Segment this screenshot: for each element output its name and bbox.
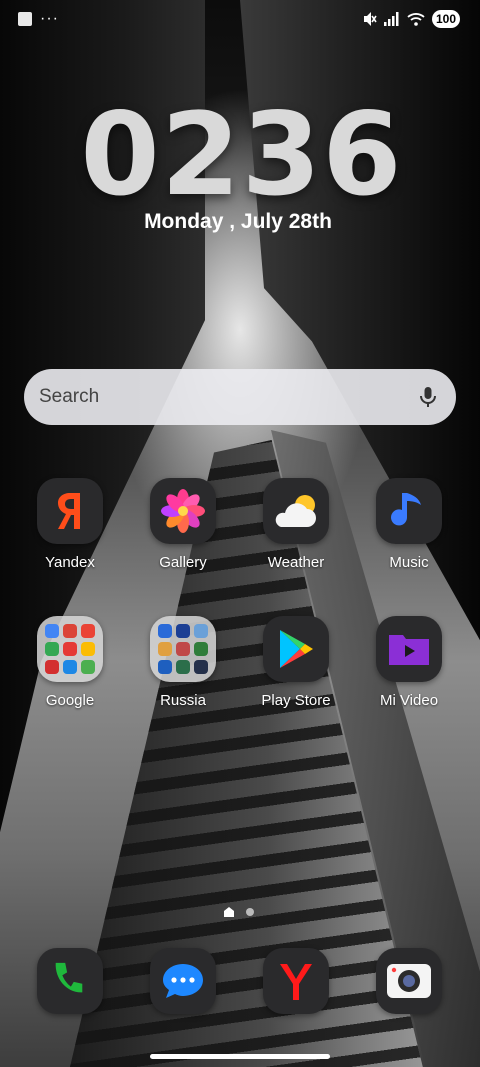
youtube-music-icon xyxy=(45,660,59,674)
battery-icon: 100 xyxy=(431,10,460,28)
app-yandex[interactable]: Yandex xyxy=(15,478,125,571)
gmail-icon xyxy=(81,624,95,638)
app-label: Gallery xyxy=(159,554,207,571)
app-mini-icon xyxy=(158,660,172,674)
camera-icon xyxy=(376,948,442,1014)
drive-icon xyxy=(81,642,95,656)
app-gallery[interactable]: Gallery xyxy=(128,478,238,571)
clock-minute-ones: 6 xyxy=(322,88,402,221)
music-note-icon xyxy=(376,478,442,544)
duo-icon xyxy=(63,660,77,674)
phone-icon xyxy=(37,948,103,1014)
clock-hour-ones: 2 xyxy=(160,88,241,221)
home-page-icon xyxy=(224,907,234,917)
app-label: Weather xyxy=(267,554,325,571)
search-bar[interactable]: Search xyxy=(24,369,456,425)
dock-camera[interactable] xyxy=(354,948,464,1014)
app-label: Music xyxy=(389,554,429,571)
google-folder-icon xyxy=(37,616,103,682)
dock-phone[interactable] xyxy=(15,948,125,1014)
date-label: Monday , July 28th xyxy=(144,210,332,233)
photos-icon xyxy=(81,660,95,674)
clock-minute-tens: 3 xyxy=(241,88,321,221)
youtube-icon xyxy=(63,642,77,656)
messages-icon xyxy=(150,948,216,1014)
app-play-store[interactable]: Play Store xyxy=(241,616,351,709)
mute-icon xyxy=(363,12,377,26)
folder-russia[interactable]: Russia xyxy=(128,616,238,709)
app-weather[interactable]: Weather xyxy=(241,478,351,571)
clock-hour-tens: 0 xyxy=(80,88,160,221)
gesture-bar[interactable] xyxy=(150,1054,330,1059)
app-mini-icon xyxy=(176,642,190,656)
weather-icon xyxy=(263,478,329,544)
bank-icon xyxy=(176,624,190,638)
russia-folder-icon xyxy=(150,616,216,682)
app-mini-icon xyxy=(194,624,208,638)
gosuslugi-icon xyxy=(158,624,172,638)
wifi-icon xyxy=(407,13,425,26)
page-indicator xyxy=(224,907,254,917)
app-label: Play Store xyxy=(261,692,331,709)
page-dot xyxy=(246,908,254,916)
app-mini-icon xyxy=(176,660,190,674)
search-placeholder: Search xyxy=(39,386,100,407)
play-store-icon xyxy=(263,616,329,682)
clock-widget[interactable]: 0 2 3 6 xyxy=(80,88,402,221)
notification-square-icon xyxy=(18,12,32,26)
mi-video-icon xyxy=(376,616,442,682)
app-mi-video[interactable]: Mi Video xyxy=(354,616,464,709)
gallery-flower-icon xyxy=(150,478,216,544)
mic-icon[interactable] xyxy=(416,385,440,409)
google-icon xyxy=(45,624,59,638)
yandex-icon xyxy=(37,478,103,544)
app-music[interactable]: Music xyxy=(354,478,464,571)
more-dots-icon: ··· xyxy=(40,10,59,27)
maps-icon xyxy=(45,642,59,656)
dock-messages[interactable] xyxy=(128,948,238,1014)
app-mini-icon xyxy=(158,642,172,656)
status-bar: ··· 100 xyxy=(0,0,480,44)
app-label: Mi Video xyxy=(379,692,439,709)
app-mini-icon xyxy=(194,660,208,674)
signal-icon xyxy=(383,12,399,26)
folder-label: Russia xyxy=(160,692,206,709)
chrome-icon xyxy=(63,624,77,638)
folder-google[interactable]: Google xyxy=(15,616,125,709)
app-label: Yandex xyxy=(45,554,95,571)
folder-label: Google xyxy=(45,692,95,709)
dock-yandex-browser[interactable] xyxy=(241,948,351,1014)
yandex-browser-icon xyxy=(263,948,329,1014)
app-mini-icon xyxy=(194,642,208,656)
